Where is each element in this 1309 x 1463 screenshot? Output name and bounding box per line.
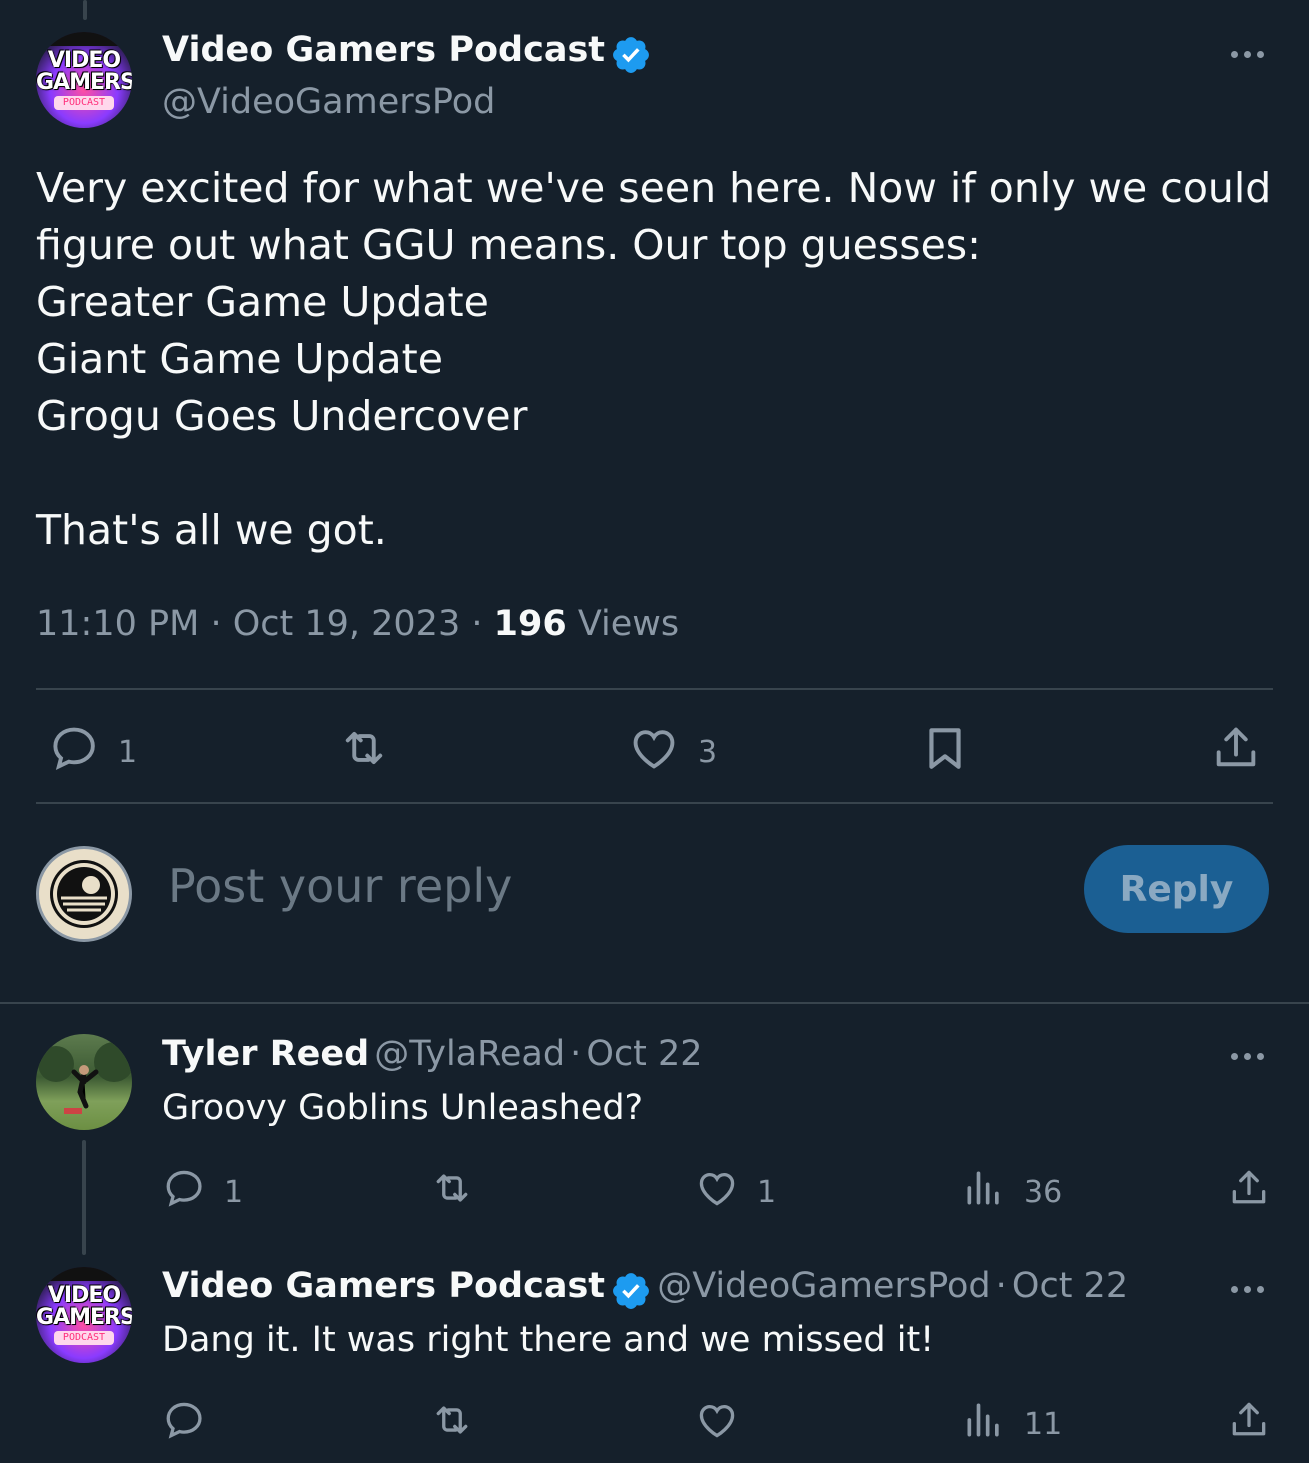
thread-connector-top bbox=[83, 0, 87, 20]
like-action[interactable]: 1 bbox=[695, 1166, 776, 1218]
reply-text: Dang it. It was right there and we misse… bbox=[162, 1320, 935, 1360]
share-icon bbox=[1227, 1398, 1271, 1450]
photo-icon bbox=[38, 1042, 132, 1114]
verified-badge-icon[interactable] bbox=[610, 34, 652, 80]
heart-icon bbox=[695, 1398, 739, 1450]
post-meta: 11:10 PM · Oct 19, 2023 · 196 Views bbox=[36, 604, 680, 644]
reply-icon bbox=[48, 722, 100, 782]
like-action[interactable]: 3 bbox=[628, 722, 717, 782]
views-action[interactable]: 36 bbox=[962, 1166, 1062, 1218]
reply-action[interactable] bbox=[162, 1398, 206, 1450]
like-count: 1 bbox=[757, 1174, 777, 1210]
more-options-icon[interactable] bbox=[1231, 1053, 1264, 1060]
views-count: 36 bbox=[1024, 1174, 1063, 1210]
reply-icon bbox=[162, 1166, 206, 1218]
post-date[interactable]: Oct 19, 2023 bbox=[233, 604, 461, 644]
thread-connector bbox=[82, 1140, 86, 1255]
share-action[interactable] bbox=[1227, 1166, 1271, 1218]
reply-text: Groovy Goblins Unleashed? bbox=[162, 1088, 644, 1128]
post-time[interactable]: 11:10 PM bbox=[36, 604, 199, 644]
heart-icon bbox=[695, 1166, 739, 1218]
verified-badge-icon[interactable] bbox=[610, 1270, 652, 1316]
reply-date[interactable]: Oct 22 bbox=[586, 1034, 702, 1074]
repost-icon bbox=[428, 1398, 476, 1450]
repost-action[interactable] bbox=[428, 1398, 476, 1450]
author-handle[interactable]: @VideoGamersPod bbox=[162, 82, 495, 122]
reply-input[interactable] bbox=[166, 858, 1050, 914]
views-count: 196 bbox=[493, 604, 567, 644]
reply-action[interactable]: 1 bbox=[162, 1166, 243, 1218]
divider bbox=[36, 688, 1273, 690]
repost-action[interactable] bbox=[428, 1166, 476, 1218]
author-handle[interactable]: @TylaRead bbox=[374, 1034, 565, 1074]
share-action[interactable] bbox=[1227, 1398, 1271, 1450]
repost-action[interactable] bbox=[336, 722, 392, 782]
repost-icon bbox=[336, 722, 392, 782]
views-action[interactable]: 11 bbox=[962, 1398, 1062, 1450]
post-author: Video Gamers Podcast bbox=[162, 30, 652, 80]
reply-button[interactable]: Reply bbox=[1084, 845, 1269, 933]
reply-count: 1 bbox=[118, 734, 138, 770]
avatar[interactable]: VIDEO GAMERS PODCAST bbox=[36, 32, 132, 128]
heart-icon bbox=[628, 722, 680, 782]
share-action[interactable] bbox=[1210, 722, 1262, 782]
more-options-icon[interactable] bbox=[1231, 51, 1264, 58]
author-name[interactable]: Video Gamers Podcast bbox=[162, 30, 605, 70]
like-count: 3 bbox=[698, 734, 718, 770]
bookmark-action[interactable] bbox=[920, 722, 970, 782]
more-options-icon[interactable] bbox=[1231, 1286, 1264, 1293]
views-label: Views bbox=[577, 604, 680, 644]
section-divider bbox=[0, 1002, 1309, 1004]
avatar[interactable]: VIDEO GAMERS PODCAST bbox=[36, 1267, 132, 1363]
moon-logo-icon bbox=[50, 860, 118, 928]
share-icon bbox=[1227, 1166, 1271, 1218]
reply-count: 1 bbox=[224, 1174, 244, 1210]
analytics-icon bbox=[962, 1166, 1006, 1218]
bookmark-icon bbox=[920, 722, 970, 782]
post-text: Very excited for what we've seen here. N… bbox=[36, 164, 1272, 554]
like-action[interactable] bbox=[695, 1398, 739, 1450]
views-count: 11 bbox=[1024, 1406, 1063, 1442]
share-icon bbox=[1210, 722, 1262, 782]
analytics-icon bbox=[962, 1398, 1006, 1450]
avatar[interactable] bbox=[36, 1034, 132, 1130]
reply-date[interactable]: Oct 22 bbox=[1012, 1266, 1128, 1306]
reply-header: Video Gamers Podcast @VideoGamersPod · O… bbox=[162, 1266, 1128, 1316]
divider bbox=[36, 802, 1273, 804]
repost-icon bbox=[428, 1166, 476, 1218]
reply-icon bbox=[162, 1398, 206, 1450]
reply-header: Tyler Reed @TylaRead · Oct 22 bbox=[162, 1034, 703, 1074]
author-name[interactable]: Tyler Reed bbox=[162, 1034, 369, 1074]
reply-action[interactable]: 1 bbox=[48, 722, 137, 782]
author-handle[interactable]: @VideoGamersPod bbox=[657, 1266, 990, 1306]
author-name[interactable]: Video Gamers Podcast bbox=[162, 1266, 605, 1306]
my-avatar[interactable] bbox=[36, 846, 132, 942]
